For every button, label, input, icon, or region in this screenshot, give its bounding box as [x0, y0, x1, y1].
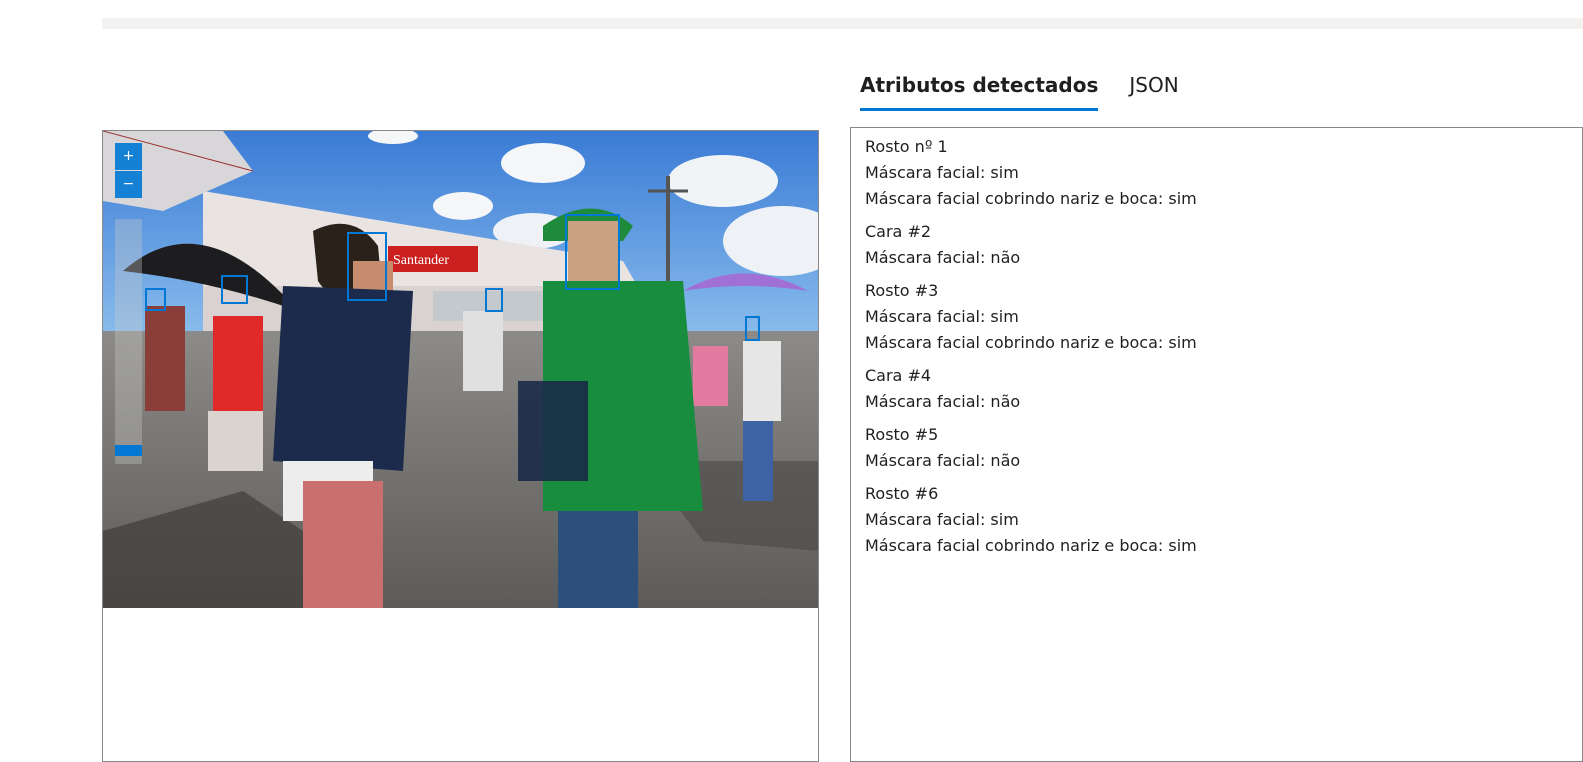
zoom-slider[interactable]: [115, 219, 142, 464]
face-entry: Cara #4 Máscara facial: não: [865, 363, 1582, 415]
face-box-5[interactable]: [485, 288, 503, 312]
face-title: Rosto #5: [865, 425, 939, 444]
zoom-slider-thumb[interactable]: [115, 445, 142, 456]
zoom-controls: + −: [115, 143, 142, 198]
face-entry: Rosto #6 Máscara facial: sim Máscara facia…: [865, 481, 1582, 559]
face-entry: Rosto #3 Máscara facial: sim Máscara facia…: [865, 278, 1582, 356]
zoom-out-button[interactable]: −: [115, 171, 142, 198]
zoom-in-button[interactable]: +: [115, 143, 142, 170]
image-viewer: Santander + −: [102, 130, 819, 762]
face-entry: Rosto #5 Máscara facial: não: [865, 422, 1582, 474]
face-attribute: Máscara facial cobrindo nariz e boca: si…: [865, 189, 1197, 208]
result-tabs: Atributos detectados JSON: [860, 70, 1179, 114]
face-attribute-list: Rosto nº 1 Máscara facial: sim Máscara fac…: [865, 134, 1582, 559]
face-attribute: Máscara facial: não: [865, 248, 1021, 267]
face-attribute: Máscara facial: não: [865, 451, 1021, 470]
face-attribute: Máscara facial cobrindo nariz e boca: si…: [865, 536, 1197, 555]
face-attribute: Máscara facial: não: [865, 392, 1021, 411]
face-entry: Cara #2 Máscara facial: não: [865, 219, 1582, 271]
tab-json[interactable]: JSON: [1129, 70, 1178, 111]
detected-attributes-panel: Rosto nº 1 Máscara facial: sim Máscara fac…: [850, 127, 1583, 762]
analyzed-photo: Santander: [103, 131, 818, 608]
face-box-3[interactable]: [221, 275, 248, 304]
face-attribute: Máscara facial: sim: [865, 163, 1019, 182]
face-title: Rosto #3: [865, 281, 939, 300]
face-box-4[interactable]: [145, 288, 166, 311]
face-title: Cara #4: [865, 366, 932, 385]
face-entry: Rosto nº 1 Máscara facial: sim Máscara fac…: [865, 134, 1582, 212]
face-title: Rosto #6: [865, 484, 939, 503]
face-title: Rosto nº 1: [865, 137, 948, 156]
face-title: Cara #2: [865, 222, 932, 241]
tab-detected-attributes[interactable]: Atributos detectados: [860, 70, 1099, 111]
bank-sign-text: Santander: [393, 253, 449, 268]
top-command-bar: [102, 18, 1583, 29]
face-box-6[interactable]: [745, 316, 760, 341]
face-attribute: Máscara facial: sim: [865, 510, 1019, 529]
face-attribute: Máscara facial cobrindo nariz e boca: si…: [865, 333, 1197, 352]
face-attribute: Máscara facial: sim: [865, 307, 1019, 326]
face-box-2[interactable]: [347, 232, 387, 301]
face-box-1[interactable]: [565, 214, 620, 290]
